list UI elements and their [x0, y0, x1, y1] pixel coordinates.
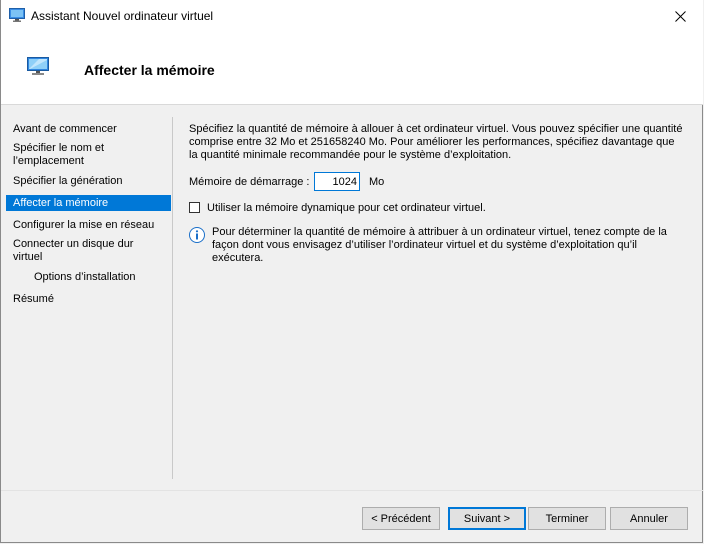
info-text: Pour déterminer la quantité de mémoire à… [212, 226, 667, 264]
virtual-machine-icon [9, 8, 25, 22]
info-icon [189, 227, 205, 243]
nav-item-install-options[interactable]: Options d’installation [6, 271, 171, 284]
virtual-machine-icon [27, 57, 49, 75]
footer-divider [1, 490, 703, 491]
startup-memory-row: Mémoire de démarrage : Mo [189, 172, 489, 193]
nav-item-before-you-begin[interactable]: Avant de commencer [6, 123, 171, 136]
startup-memory-label: Mémoire de démarrage : [189, 176, 310, 188]
dynamic-memory-label[interactable]: Utiliser la mémoire dynamique pour cet o… [207, 202, 486, 214]
cancel-button[interactable]: Annuler [610, 507, 688, 530]
nav-item-summary[interactable]: Résumé [6, 293, 171, 306]
page-header: Affecter la mémoire [1, 33, 703, 105]
window-title: Assistant Nouvel ordinateur virtuel [31, 9, 214, 23]
nav-item-networking[interactable]: Configurer la mise en réseau [6, 219, 171, 232]
startup-memory-input[interactable] [314, 172, 360, 191]
nav-item-memory[interactable]: Affecter la mémoire [6, 195, 171, 211]
nav-divider [172, 117, 173, 479]
dynamic-memory-checkbox[interactable] [189, 202, 200, 213]
previous-button[interactable]: < Précédent [362, 507, 440, 530]
nav-item-name-location[interactable]: Spécifier le nom et l’emplacement [6, 142, 116, 168]
intro-text: Spécifiez la quantité de mémoire à allou… [189, 123, 683, 161]
close-icon [674, 10, 686, 22]
nav-item-virtual-disk[interactable]: Connecter un disque dur virtuel [6, 238, 136, 264]
startup-memory-unit: Mo [369, 176, 385, 188]
title-bar: Assistant Nouvel ordinateur virtuel [1, 0, 703, 33]
wizard-window: Assistant Nouvel ordinateur virtuel Affe… [0, 0, 703, 543]
finish-button[interactable]: Terminer [528, 507, 606, 530]
wizard-nav: Avant de commencer Spécifier le nom et l… [1, 117, 171, 487]
nav-item-generation[interactable]: Spécifier la génération [6, 175, 171, 188]
next-button[interactable]: Suivant > [448, 507, 526, 530]
page-title: Affecter la mémoire [84, 62, 215, 78]
close-button[interactable] [657, 0, 703, 32]
dynamic-memory-row: Utiliser la mémoire dynamique pour cet o… [189, 201, 589, 216]
